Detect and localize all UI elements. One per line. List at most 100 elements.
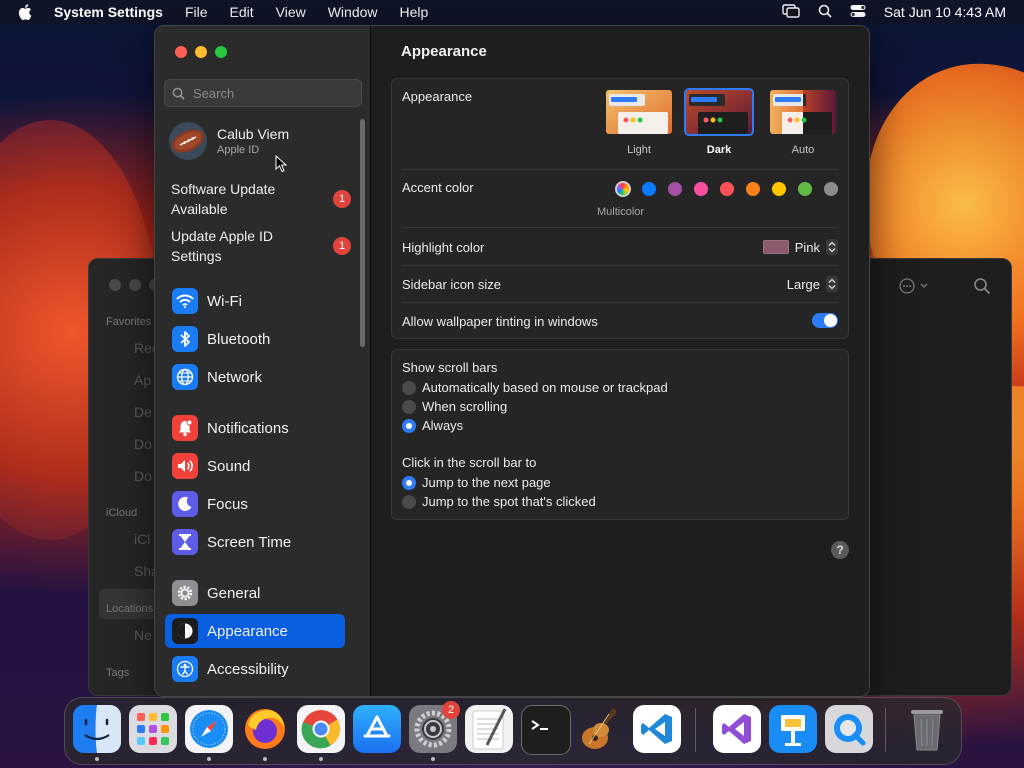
accessibility-icon	[172, 656, 198, 682]
sidebar-item-accessibility[interactable]: Accessibility	[165, 652, 345, 686]
dock-textedit-icon[interactable]	[465, 705, 513, 753]
accent-green-swatch[interactable]	[798, 182, 812, 196]
control-center-icon[interactable]	[850, 4, 866, 21]
appearance-option-auto[interactable]: Auto	[768, 88, 838, 156]
menu-view[interactable]: View	[276, 4, 306, 20]
sidebar-item-label: Bluetooth	[207, 330, 271, 348]
sidebar-item-label: Screen Time	[207, 533, 292, 551]
radio-label: Always	[422, 418, 464, 433]
highlight-color-popup[interactable]: Pink	[762, 239, 838, 255]
finder-row[interactable]: Do	[134, 468, 152, 484]
sidebar-item-label: Notifications	[207, 419, 289, 437]
radio-button	[402, 380, 416, 395]
click-scroll-bar-label: Click in the scroll bar to	[402, 455, 537, 470]
appearance-option-label: Dark	[706, 144, 732, 156]
sidebar-item-label: General	[207, 584, 261, 602]
zoom-button[interactable]	[215, 46, 227, 58]
dock-terminal-icon[interactable]	[521, 705, 571, 755]
gear-icon	[172, 580, 198, 606]
accent-blue-swatch[interactable]	[642, 182, 656, 196]
finder-row[interactable]: iCl	[134, 531, 150, 547]
menu-file[interactable]: File	[185, 4, 208, 20]
finder-row[interactable]: Ap	[134, 372, 151, 388]
spotlight-search-icon[interactable]	[818, 4, 832, 21]
sidebar-scrollbar[interactable]	[360, 119, 365, 347]
appearance-pane: Appearance Appearance Light Dark Auto Ac…	[371, 26, 869, 696]
sidebar-item-bluetooth[interactable]: Bluetooth	[165, 322, 345, 356]
minimize-button[interactable]	[195, 46, 207, 58]
sidebar-item-network[interactable]: Network	[165, 360, 345, 394]
chevron-up-down-icon	[826, 239, 838, 255]
menu-app-name[interactable]: System Settings	[54, 4, 163, 20]
wallpaper-tinting-toggle[interactable]	[812, 313, 838, 328]
sidebar-icon-size-popup[interactable]: Large	[787, 276, 838, 292]
radio-scroll-when-scrolling[interactable]: When scrolling	[402, 399, 507, 414]
apple-menu-icon[interactable]	[18, 4, 36, 20]
sidebar-item-wifi[interactable]: Wi-Fi	[165, 284, 345, 318]
sidebar-item-screen-time[interactable]: Screen Time	[165, 525, 345, 559]
dock-vscode-icon[interactable]	[633, 705, 681, 753]
dock-trash-icon[interactable]	[903, 705, 951, 753]
divider	[402, 227, 838, 228]
sidebar-item-notifications[interactable]: Notifications	[165, 411, 345, 445]
accent-graphite-swatch[interactable]	[824, 182, 838, 196]
sidebar-item-appearance[interactable]: Appearance	[165, 614, 345, 648]
menu-help[interactable]: Help	[400, 4, 429, 20]
accent-yellow-swatch[interactable]	[772, 182, 786, 196]
sidebar-item-label: Wi-Fi	[207, 292, 242, 310]
radio-jump-next-page[interactable]: Jump to the next page	[402, 475, 551, 490]
update-apple-id-notice[interactable]: Update Apple ID Settings 1	[171, 226, 351, 266]
accent-multicolor-swatch[interactable]	[615, 181, 631, 197]
dock-app-store-icon[interactable]	[353, 705, 401, 753]
accent-purple-swatch[interactable]	[668, 182, 682, 196]
appearance-option-light[interactable]: Light	[604, 88, 674, 156]
system-settings-badge: 2	[442, 701, 460, 719]
radio-scroll-always[interactable]: Always	[402, 418, 463, 433]
dock-finder-icon[interactable]	[73, 705, 121, 753]
running-indicator	[263, 757, 267, 761]
sidebar-item-focus[interactable]: Focus	[165, 487, 345, 521]
dock-launchpad-icon[interactable]	[129, 705, 177, 753]
highlight-color-chip	[762, 240, 789, 254]
accent-orange-swatch[interactable]	[746, 182, 760, 196]
sidebar-item-general[interactable]: General	[165, 576, 345, 610]
speaker-icon	[172, 453, 198, 479]
sidebar-item-sound[interactable]: Sound	[165, 449, 345, 483]
dock-garageband-icon[interactable]	[577, 705, 625, 753]
accent-red-swatch[interactable]	[720, 182, 734, 196]
software-update-notice[interactable]: Software Update Available 1	[171, 179, 351, 219]
screen-mirroring-icon[interactable]	[782, 3, 800, 21]
sidebar-search[interactable]	[164, 79, 362, 107]
help-button[interactable]: ?	[831, 541, 849, 559]
close-button[interactable]	[175, 46, 187, 58]
finder-more-icon[interactable]	[899, 278, 929, 299]
finder-search-icon[interactable]	[973, 277, 991, 300]
search-input[interactable]	[191, 84, 345, 102]
apple-id-profile[interactable]: Calub Viem Apple ID	[169, 119, 349, 163]
finder-row[interactable]: Do	[134, 436, 152, 452]
highlight-color-label: Highlight color	[402, 240, 485, 255]
menu-edit[interactable]: Edit	[230, 4, 254, 20]
appearance-option-dark[interactable]: Dark	[684, 88, 754, 156]
sidebar-item-label: Appearance	[207, 622, 288, 640]
menu-window[interactable]: Window	[328, 4, 378, 20]
highlight-color-value: Pink	[794, 239, 820, 255]
radio-button	[402, 399, 416, 414]
dock-quicktime-icon[interactable]	[825, 705, 873, 753]
dock-keynote-icon[interactable]	[769, 705, 817, 753]
appearance-option-label: Auto	[791, 144, 815, 156]
accent-pink-swatch[interactable]	[694, 182, 708, 196]
dock-chrome-icon[interactable]	[297, 705, 345, 753]
dock-firefox-icon[interactable]	[241, 705, 289, 753]
menu-clock[interactable]: Sat Jun 10 4:43 AM	[884, 4, 1006, 20]
dark-thumbnail	[684, 88, 754, 136]
radio-jump-to-spot[interactable]: Jump to the spot that's clicked	[402, 494, 596, 509]
finder-row[interactable]: De	[134, 404, 152, 420]
dock-visual-studio-icon[interactable]	[713, 705, 761, 753]
finder-row[interactable]: Ne	[134, 627, 152, 643]
dock-safari-icon[interactable]	[185, 705, 233, 753]
radio-label: Jump to the next page	[422, 475, 551, 490]
radio-scroll-automatic[interactable]: Automatically based on mouse or trackpad	[402, 380, 668, 395]
sidebar-item-label: Sound	[207, 457, 251, 475]
appearance-option-label: Light	[627, 144, 651, 156]
